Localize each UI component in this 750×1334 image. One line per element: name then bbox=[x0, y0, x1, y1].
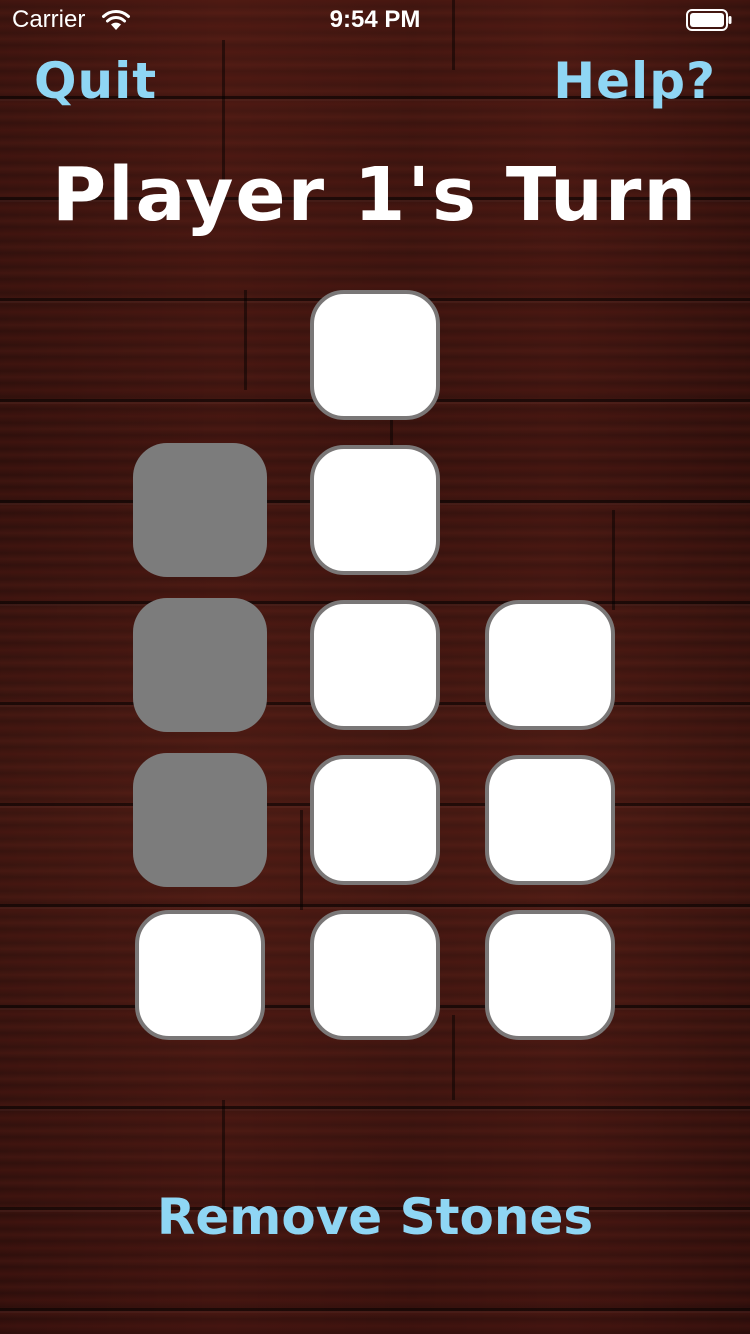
stone[interactable] bbox=[310, 290, 440, 420]
status-bar: Carrier 9:54 PM bbox=[0, 0, 750, 40]
stone[interactable] bbox=[485, 600, 615, 730]
wood-seam bbox=[612, 510, 615, 610]
stone-selected[interactable] bbox=[133, 753, 267, 887]
stone[interactable] bbox=[485, 910, 615, 1040]
wood-seam bbox=[244, 290, 247, 390]
stone[interactable] bbox=[310, 445, 440, 575]
stone[interactable] bbox=[485, 755, 615, 885]
stone-selected[interactable] bbox=[133, 598, 267, 732]
quit-button[interactable]: Quit bbox=[34, 52, 157, 110]
stone[interactable] bbox=[310, 910, 440, 1040]
help-button[interactable]: Help? bbox=[553, 52, 716, 110]
stone[interactable] bbox=[135, 910, 265, 1040]
stone[interactable] bbox=[310, 600, 440, 730]
clock-label: 9:54 PM bbox=[329, 6, 421, 33]
stone-selected[interactable] bbox=[133, 443, 267, 577]
wood-seam bbox=[300, 810, 303, 910]
wood-seam bbox=[452, 1015, 455, 1100]
battery-icon bbox=[686, 9, 732, 31]
stone[interactable] bbox=[310, 755, 440, 885]
turn-title: Player 1's Turn bbox=[51, 152, 699, 238]
remove-stones-button[interactable]: Remove Stones bbox=[0, 1188, 750, 1246]
